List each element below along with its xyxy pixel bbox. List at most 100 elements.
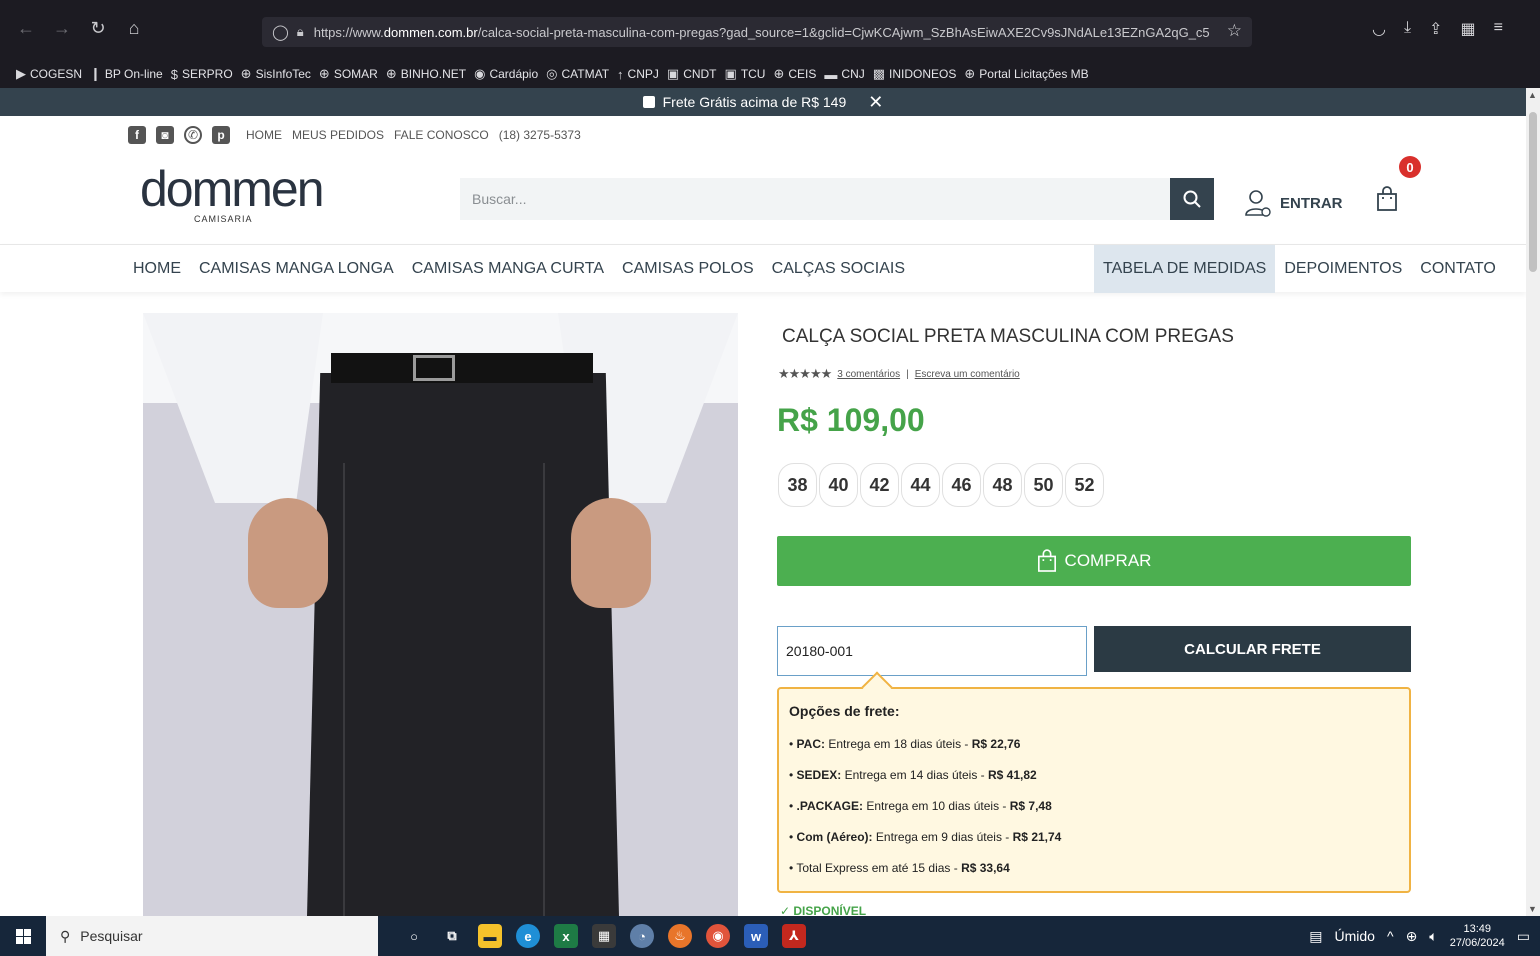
menu-item-size-table[interactable]: TABELA DE MEDIDAS (1094, 244, 1276, 293)
menu-icon[interactable]: ≡ (1494, 19, 1503, 39)
size-option[interactable]: 38 (778, 463, 817, 507)
share-icon[interactable]: ⇪ (1429, 19, 1442, 39)
bookmark-icon: ◎ (546, 66, 558, 81)
size-option[interactable]: 42 (860, 463, 899, 507)
size-option[interactable]: 52 (1065, 463, 1104, 507)
scroll-down-icon[interactable]: ▼ (1528, 904, 1537, 914)
bookmark-item[interactable]: ▩ INIDONEOS (873, 66, 957, 82)
pinterest-icon[interactable]: p (212, 126, 230, 144)
bookmark-item[interactable]: ⊕ SOMAR (319, 66, 378, 82)
cortana-icon[interactable]: ○ (402, 924, 426, 948)
size-option[interactable]: 48 (983, 463, 1022, 507)
bookmark-icon: $ (170, 66, 178, 82)
taskbar-apps: ○ ⧉ ▬ e x ▦ ◔ ♨ ◉ w ⅄ (402, 924, 806, 948)
notification-icon[interactable]: ▭ (1517, 928, 1530, 945)
bookmark-item[interactable]: ⊕ BINHO.NET (386, 66, 466, 82)
search-icon: ⚲ (60, 927, 71, 944)
paint-icon[interactable]: ◔ (630, 924, 654, 948)
bookmark-item[interactable]: ▶ COGESN (16, 66, 82, 82)
top-link-home[interactable]: HOME (246, 128, 282, 142)
top-link-contact[interactable]: FALE CONOSCO (394, 128, 489, 142)
taskbar-search[interactable]: ⚲ Pesquisar (46, 916, 378, 956)
logo-word: dommen (140, 161, 325, 217)
shipping-options-box: Opções de frete: • PAC: Entrega em 18 di… (777, 687, 1411, 893)
weather-label[interactable]: Úmido (1335, 928, 1375, 944)
start-button[interactable] (0, 928, 46, 944)
lock-icon[interactable]: 🔒︎ (297, 24, 304, 40)
edge-icon[interactable]: e (516, 924, 540, 948)
top-phone: (18) 3275-5373 (498, 128, 581, 142)
bookmark-item[interactable]: ◉ Cardápio (474, 66, 538, 82)
login-button[interactable]: ENTRAR (1244, 188, 1343, 218)
bookmark-item[interactable]: ⊕ SisInfoTec (241, 66, 311, 82)
instagram-icon[interactable]: ◙ (156, 126, 174, 144)
globe-icon: ⊕ (240, 66, 252, 81)
cep-input[interactable] (777, 626, 1087, 676)
size-option[interactable]: 46 (942, 463, 981, 507)
bookmark-item[interactable]: ▣ TCU (725, 66, 766, 82)
menu-item-short-sleeve[interactable]: CAMISAS MANGA CURTA (403, 245, 613, 293)
top-link-orders[interactable]: MEUS PEDIDOS (292, 128, 384, 142)
user-icon (1245, 190, 1271, 217)
excel-icon[interactable]: x (554, 924, 578, 948)
bookmark-item[interactable]: ◎ CATMAT (546, 66, 609, 82)
firefox-icon[interactable]: ◉ (706, 924, 730, 948)
product-image[interactable] (143, 313, 738, 916)
forward-icon[interactable]: → (52, 18, 72, 39)
back-icon[interactable]: ← (16, 18, 36, 39)
menu-item-home[interactable]: HOME (124, 245, 190, 293)
bookmark-icon: ▣ (666, 66, 680, 81)
calculator-icon[interactable]: ▦ (592, 924, 616, 948)
search-button[interactable] (1170, 178, 1214, 220)
bookmark-star-icon[interactable]: ☆ (1227, 21, 1242, 41)
page-scrollbar[interactable]: ▲ ▼ (1526, 88, 1540, 916)
scroll-up-icon[interactable]: ▲ (1528, 90, 1537, 100)
bookmark-item[interactable]: ⊕ CEIS (773, 66, 816, 82)
pocket-icon[interactable]: ◡ (1372, 19, 1386, 39)
home-icon[interactable]: ⌂ (124, 18, 144, 39)
menu-item-testimonials[interactable]: DEPOIMENTOS (1275, 245, 1411, 293)
shipping-option: • SEDEX: Entrega em 14 dias úteis - R$ 4… (789, 768, 1037, 782)
menu-item-long-sleeve[interactable]: CAMISAS MANGA LONGA (190, 245, 403, 293)
bookmark-item[interactable]: ▣ CNDT (667, 66, 717, 82)
write-comment-link[interactable]: Escreva um comentário (915, 369, 1020, 380)
site-logo[interactable]: dommen CAMISARIA (140, 161, 325, 228)
menu-item-trousers[interactable]: CALÇAS SOCIAIS (763, 245, 914, 293)
shield-icon[interactable]: ◯ (272, 23, 289, 41)
chevron-up-icon[interactable]: ^ (1387, 928, 1394, 944)
cart-button[interactable] (1376, 186, 1398, 217)
bookmark-item[interactable]: ❙ BP On-line (90, 66, 163, 82)
extension-icon[interactable]: ▦ (1460, 19, 1475, 39)
download-icon[interactable]: ⤓ (1404, 19, 1411, 39)
word-icon[interactable]: w (744, 924, 768, 948)
flame-app-icon[interactable]: ♨ (668, 924, 692, 948)
bookmark-item[interactable]: ↑ CNPJ (617, 67, 659, 82)
url-bar[interactable]: ◯ 🔒︎ https://www. dommen.com.br/calca-soc… (262, 17, 1252, 47)
volume-icon[interactable]: 🔈︎ (1429, 928, 1437, 945)
promo-text: Frete Grátis acima de R$ 149 (662, 94, 847, 110)
bookmark-icon: ▩ (872, 66, 886, 81)
clock[interactable]: 13:49 27/06/2024 (1450, 922, 1505, 950)
acrobat-icon[interactable]: ⅄ (782, 924, 806, 948)
scroll-thumb[interactable] (1529, 112, 1537, 272)
bookmark-item[interactable]: $ SERPRO (171, 67, 233, 82)
task-view-icon[interactable]: ⧉ (440, 924, 464, 948)
menu-item-contact[interactable]: CONTATO (1411, 245, 1505, 293)
weather-icon[interactable]: ▤ (1309, 928, 1322, 945)
buy-button[interactable]: COMPRAR (777, 536, 1411, 586)
calculate-shipping-button[interactable]: CALCULAR FRETE (1094, 626, 1411, 672)
network-icon[interactable]: ⊕ (1406, 928, 1418, 945)
menu-item-polos[interactable]: CAMISAS POLOS (613, 245, 763, 293)
size-option[interactable]: 44 (901, 463, 940, 507)
size-option[interactable]: 40 (819, 463, 858, 507)
file-explorer-icon[interactable]: ▬ (478, 924, 502, 948)
size-option[interactable]: 50 (1024, 463, 1063, 507)
bookmark-item[interactable]: ▬ CNJ (824, 67, 864, 82)
close-icon[interactable]: ✕ (868, 92, 883, 113)
comments-link[interactable]: 3 comentários (837, 369, 900, 380)
bookmark-item[interactable]: ⊕ Portal Licitações MB (964, 66, 1088, 82)
search-input[interactable] (460, 178, 1170, 220)
reload-icon[interactable]: ↻ (88, 18, 108, 39)
whatsapp-icon[interactable]: ✆ (184, 126, 202, 144)
facebook-icon[interactable]: f (128, 126, 146, 144)
